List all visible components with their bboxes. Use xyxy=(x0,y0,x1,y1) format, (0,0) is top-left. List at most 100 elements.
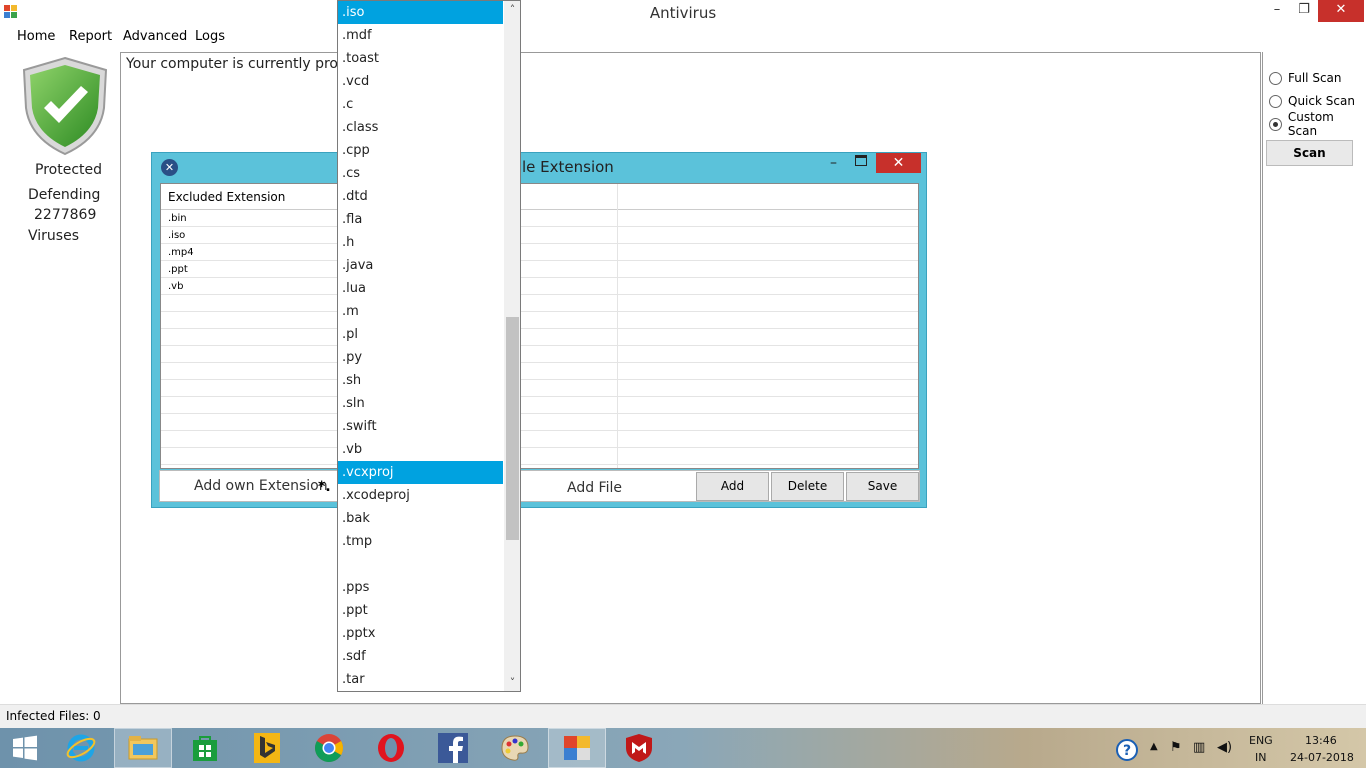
dropdown-option[interactable]: .class xyxy=(338,116,503,139)
language-indicator[interactable]: ENG xyxy=(1249,734,1273,747)
dropdown-option[interactable]: .fla xyxy=(338,208,503,231)
clock-time[interactable]: 13:46 xyxy=(1305,734,1337,747)
dropdown-option[interactable]: .ppt xyxy=(338,599,503,622)
dropdown-option[interactable]: .tmp xyxy=(338,530,503,553)
dropdown-option[interactable]: .java xyxy=(338,254,503,277)
table-row[interactable] xyxy=(161,312,918,329)
full-scan-option[interactable]: Full Scan xyxy=(1269,69,1342,87)
paint-button[interactable] xyxy=(486,728,544,768)
internet-explorer-button[interactable] xyxy=(52,728,110,768)
antivirus-taskbar-button[interactable] xyxy=(548,728,606,768)
mcafee-button[interactable] xyxy=(610,728,668,768)
chrome-button[interactable] xyxy=(300,728,358,768)
dropdown-option[interactable]: .sln xyxy=(338,392,503,415)
volume-icon[interactable]: ◀) xyxy=(1217,740,1232,755)
dropdown-option[interactable]: .pl xyxy=(338,323,503,346)
dropdown-option[interactable]: .bak xyxy=(338,507,503,530)
custom-scan-option[interactable]: Custom Scan xyxy=(1269,110,1366,138)
store-button[interactable] xyxy=(176,728,234,768)
dropdown-option[interactable]: .sdf xyxy=(338,645,503,668)
quick-scan-option[interactable]: Quick Scan xyxy=(1269,92,1355,110)
dropdown-option[interactable]: .tar xyxy=(338,668,503,691)
dropdown-option[interactable]: .py xyxy=(338,346,503,369)
shield-check-icon xyxy=(22,56,108,156)
dropdown-option[interactable] xyxy=(338,553,503,576)
clock-date[interactable]: 24-07-2018 xyxy=(1290,751,1354,764)
region-indicator[interactable]: IN xyxy=(1255,751,1266,764)
opera-button[interactable] xyxy=(362,728,420,768)
dropdown-option[interactable]: .h xyxy=(338,231,503,254)
taskbar: ? ▲ ⚑ ▥ ◀) ENG IN 13:46 24-07-2018 xyxy=(0,728,1366,768)
dropdown-option[interactable]: .m xyxy=(338,300,503,323)
table-row[interactable] xyxy=(161,295,918,312)
windows-start-button[interactable] xyxy=(0,728,50,768)
menu-logs[interactable]: Logs xyxy=(195,29,225,44)
scroll-up-arrow-icon[interactable]: ˄ xyxy=(504,1,520,18)
bing-button[interactable] xyxy=(238,728,296,768)
dropdown-option[interactable]: .pptx xyxy=(338,622,503,645)
dialog-maximize-button[interactable] xyxy=(855,155,867,166)
delete-button[interactable]: Delete xyxy=(771,472,844,501)
dropdown-option[interactable]: .pps xyxy=(338,576,503,599)
dropdown-option[interactable]: .vcxproj xyxy=(338,461,503,484)
table-row[interactable] xyxy=(161,329,918,346)
menu-report[interactable]: Report xyxy=(69,29,112,44)
table-row[interactable] xyxy=(161,448,918,465)
dialog-close-button[interactable]: ✕ xyxy=(876,153,921,173)
table-row[interactable] xyxy=(161,431,918,448)
protection-panel: Protected Defending 2277869 Viruses xyxy=(0,48,120,703)
dialog-minimize-button[interactable]: – xyxy=(830,155,837,171)
dropdown-scrollbar[interactable]: ˄ ˅ xyxy=(504,1,520,691)
extension-dropdown-list[interactable]: ˄ ˅ .iso .mdf .toast .vcd .c .class .cpp .cs .dt… xyxy=(337,0,521,692)
dialog-close-icon[interactable]: ✕ xyxy=(161,159,178,176)
action-center-flag-icon[interactable]: ⚑ xyxy=(1170,740,1182,755)
help-icon[interactable]: ? xyxy=(1115,738,1139,762)
save-button[interactable]: Save xyxy=(846,472,919,501)
table-row[interactable] xyxy=(161,414,918,431)
dropdown-option[interactable]: .lua xyxy=(338,277,503,300)
excluded-extensions-grid[interactable]: Excluded Extension .bin .iso .mp4 .ppt .… xyxy=(160,183,919,469)
dropdown-option[interactable]: .swift xyxy=(338,415,503,438)
table-row[interactable]: .iso xyxy=(161,227,918,244)
dropdown-option[interactable]: .xcodeproj xyxy=(338,484,503,507)
dropdown-option[interactable]: .cs xyxy=(338,162,503,185)
quick-scan-radio[interactable] xyxy=(1269,94,1282,108)
internet-explorer-icon xyxy=(66,734,96,762)
dropdown-option[interactable]: .vcd xyxy=(338,70,503,93)
add-file-link[interactable]: Add File xyxy=(567,480,622,496)
network-icon[interactable]: ▥ xyxy=(1193,740,1205,755)
table-row[interactable]: .mp4 xyxy=(161,244,918,261)
dropdown-option[interactable]: .toast xyxy=(338,47,503,70)
table-row[interactable]: .ppt xyxy=(161,261,918,278)
dropdown-option[interactable]: .cpp xyxy=(338,139,503,162)
dropdown-option[interactable]: .mdf xyxy=(338,24,503,47)
grid-header: Excluded Extension xyxy=(161,184,918,210)
status-bar: Infected Files: 0 xyxy=(0,704,1366,728)
menu-home[interactable]: Home xyxy=(17,29,55,44)
scroll-down-arrow-icon[interactable]: ˅ xyxy=(504,674,520,691)
minimize-button[interactable]: – xyxy=(1262,0,1292,22)
table-row[interactable] xyxy=(161,346,918,363)
excluded-extension-column[interactable]: Excluded Extension xyxy=(168,190,285,204)
file-explorer-button[interactable] xyxy=(114,728,172,768)
full-scan-radio[interactable] xyxy=(1269,71,1282,85)
table-row[interactable]: .bin xyxy=(161,210,918,227)
table-row[interactable] xyxy=(161,380,918,397)
scan-button[interactable]: Scan xyxy=(1266,140,1353,166)
close-button[interactable]: ✕ xyxy=(1318,0,1364,22)
facebook-button[interactable] xyxy=(424,728,482,768)
table-row[interactable] xyxy=(161,363,918,380)
dropdown-option[interactable]: .sh xyxy=(338,369,503,392)
dropdown-option[interactable]: .dtd xyxy=(338,185,503,208)
maximize-button[interactable]: ❐ xyxy=(1292,0,1316,22)
table-row[interactable] xyxy=(161,397,918,414)
add-button[interactable]: Add xyxy=(696,472,769,501)
table-row[interactable]: .vb xyxy=(161,278,918,295)
dropdown-option[interactable]: .iso xyxy=(338,1,503,24)
chevron-up-icon[interactable]: ▲ xyxy=(1150,741,1158,752)
dropdown-option[interactable]: .vb xyxy=(338,438,503,461)
menu-advanced[interactable]: Advanced xyxy=(123,29,187,44)
custom-scan-radio[interactable] xyxy=(1269,117,1282,131)
dropdown-option[interactable]: .c xyxy=(338,93,503,116)
scroll-thumb[interactable] xyxy=(506,317,519,540)
